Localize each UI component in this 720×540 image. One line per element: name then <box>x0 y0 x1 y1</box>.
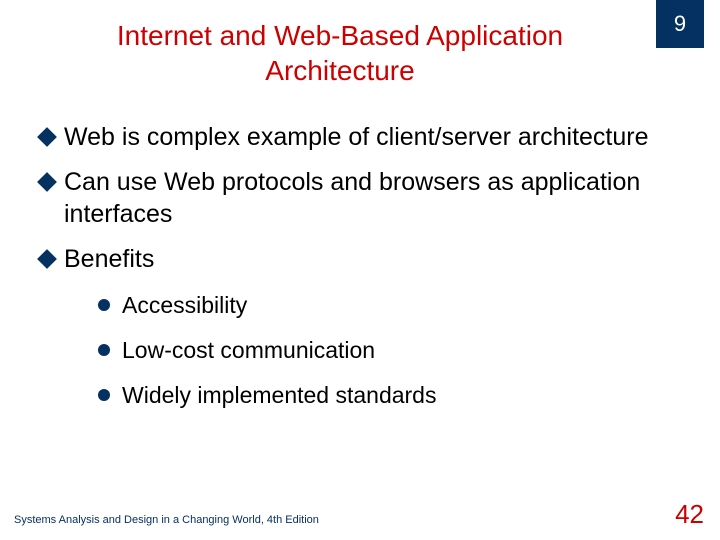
sub-bullet-text: Accessibility <box>122 291 247 320</box>
diamond-icon <box>37 172 57 192</box>
bullet-item: Benefits <box>40 244 680 275</box>
dot-icon <box>98 344 110 356</box>
diamond-icon <box>37 127 57 147</box>
sub-bullet-text: Widely implemented standards <box>122 381 436 410</box>
dot-icon <box>98 299 110 311</box>
sub-bullet-item: Low-cost communication <box>98 336 680 365</box>
bullet-text: Benefits <box>64 244 154 275</box>
bullet-item: Web is complex example of client/server … <box>40 122 680 153</box>
page-number: 42 <box>675 499 704 530</box>
chapter-number: 9 <box>674 11 686 37</box>
sub-bullet-item: Widely implemented standards <box>98 381 680 410</box>
dot-icon <box>98 389 110 401</box>
chapter-badge: 9 <box>656 0 704 48</box>
slide: 9 Internet and Web-Based Application Arc… <box>0 0 720 540</box>
sub-bullet-list: Accessibility Low-cost communication Wid… <box>98 291 680 409</box>
footer-text: Systems Analysis and Design in a Changin… <box>14 514 319 526</box>
bullet-item: Can use Web protocols and browsers as ap… <box>40 167 680 230</box>
sub-bullet-item: Accessibility <box>98 291 680 320</box>
diamond-icon <box>37 249 57 269</box>
slide-title: Internet and Web-Based Application Archi… <box>0 0 720 98</box>
bullet-text: Can use Web protocols and browsers as ap… <box>64 167 680 230</box>
sub-bullet-text: Low-cost communication <box>122 336 375 365</box>
content-area: Web is complex example of client/server … <box>0 98 720 409</box>
bullet-text: Web is complex example of client/server … <box>64 122 649 153</box>
